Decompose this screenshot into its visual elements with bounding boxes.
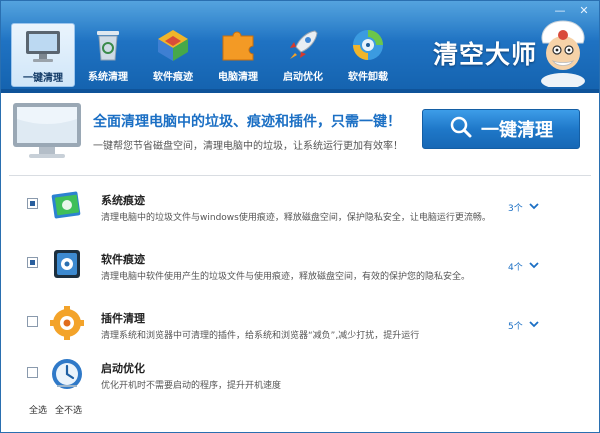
- startup-optimize-icon: [49, 356, 85, 392]
- monitor-icon: [11, 101, 83, 161]
- one-click-clean-label: 一键清理: [481, 120, 553, 141]
- search-icon: [449, 115, 473, 144]
- nav-label: 软件卸载: [348, 72, 388, 83]
- item-description: 清理系统和浏览器中可清理的插件，给系统和浏览器“减负”,减少打扰，提升运行: [101, 331, 420, 341]
- software-box-icon: [153, 26, 193, 64]
- chevron-down-icon[interactable]: [528, 318, 540, 328]
- nav-item-software-uninstall[interactable]: 软件卸载: [336, 23, 400, 87]
- nav-label: 启动优化: [283, 72, 323, 83]
- item-count[interactable]: 5个: [508, 319, 523, 332]
- header-divider: [1, 89, 599, 93]
- item-count[interactable]: 3个: [508, 201, 523, 214]
- app-window: — ✕ 一键清理 系统清理 软件痕迹 电脑清理 启动优化 软件卸载 清空大师 全…: [0, 0, 600, 433]
- window-controls: — ✕: [553, 5, 591, 17]
- nav-item-computer-clean[interactable]: 电脑清理: [206, 23, 270, 87]
- software-trace-icon: [49, 246, 85, 282]
- item-title: 软件痕迹: [101, 253, 145, 266]
- minimize-button[interactable]: —: [553, 5, 567, 17]
- list-item: 系统痕迹 清理电脑中的垃圾文件与windows使用痕迹，释放磁盘空间，保护隐私安…: [1, 177, 599, 237]
- rocket-icon: [283, 26, 323, 64]
- nav-item-startup-optimize[interactable]: 启动优化: [271, 23, 335, 87]
- puzzle-icon: [218, 26, 258, 64]
- nav-label: 软件痕迹: [153, 72, 193, 83]
- item-title: 插件清理: [101, 312, 145, 325]
- item-description: 优化开机时不需要启动的程序，提升开机速度: [101, 381, 282, 391]
- chevron-down-icon[interactable]: [528, 200, 540, 210]
- main-nav: 一键清理 系统清理 软件痕迹 电脑清理 启动优化 软件卸载: [11, 23, 401, 87]
- item-title: 系统痕迹: [101, 194, 145, 207]
- doctor-mascot-icon: [533, 15, 593, 89]
- item-checkbox[interactable]: [27, 198, 38, 209]
- item-count[interactable]: 4个: [508, 260, 523, 273]
- list-item: 启动优化 优化开机时不需要启动的程序，提升开机速度: [1, 352, 599, 412]
- item-checkbox[interactable]: [27, 257, 38, 268]
- item-description: 清理电脑中软件使用产生的垃圾文件与使用痕迹，释放磁盘空间，有效的保护您的隐私安全…: [101, 272, 471, 282]
- plugin-gear-icon: [49, 305, 85, 341]
- close-button[interactable]: ✕: [577, 5, 591, 17]
- monitor-icon: [23, 27, 63, 65]
- list-item: 插件清理 清理系统和浏览器中可清理的插件，给系统和浏览器“减负”,减少打扰，提升…: [1, 295, 599, 355]
- brand-title: 清空大师: [433, 40, 538, 69]
- banner: 全面清理电脑中的垃圾、痕迹和插件，只需一键！ 一键帮您节省磁盘空间，清理电脑中的…: [11, 99, 589, 165]
- item-checkbox[interactable]: [27, 316, 38, 327]
- nav-item-software-traces[interactable]: 软件痕迹: [141, 23, 205, 87]
- nav-item-one-click-clean[interactable]: 一键清理: [11, 23, 75, 87]
- nav-label: 一键清理: [23, 73, 63, 84]
- item-title: 启动优化: [101, 362, 145, 375]
- system-trace-icon: [49, 187, 85, 223]
- select-none-link[interactable]: 全不选: [55, 403, 82, 416]
- list-item: 软件痕迹 清理电脑中软件使用产生的垃圾文件与使用痕迹，释放磁盘空间，有效的保护您…: [1, 236, 599, 296]
- chevron-down-icon[interactable]: [528, 259, 540, 269]
- select-all-link[interactable]: 全选: [29, 403, 47, 416]
- nav-label: 系统清理: [88, 72, 128, 83]
- section-divider: [9, 175, 591, 176]
- banner-subtitle: 一键帮您节省磁盘空间，清理电脑中的垃圾，让系统运行更加有效率！: [93, 141, 403, 152]
- item-description: 清理电脑中的垃圾文件与windows使用痕迹，释放磁盘空间，保护隐私安全，让电脑…: [101, 213, 491, 223]
- one-click-clean-button[interactable]: 一键清理: [422, 109, 580, 149]
- selection-footer: 全选 全不选: [29, 403, 82, 416]
- nav-item-system-clean[interactable]: 系统清理: [76, 23, 140, 87]
- disc-icon: [348, 26, 388, 64]
- banner-title: 全面清理电脑中的垃圾、痕迹和插件，只需一键！: [93, 114, 401, 130]
- recycle-bin-icon: [88, 26, 128, 64]
- nav-label: 电脑清理: [218, 72, 258, 83]
- item-checkbox[interactable]: [27, 367, 38, 378]
